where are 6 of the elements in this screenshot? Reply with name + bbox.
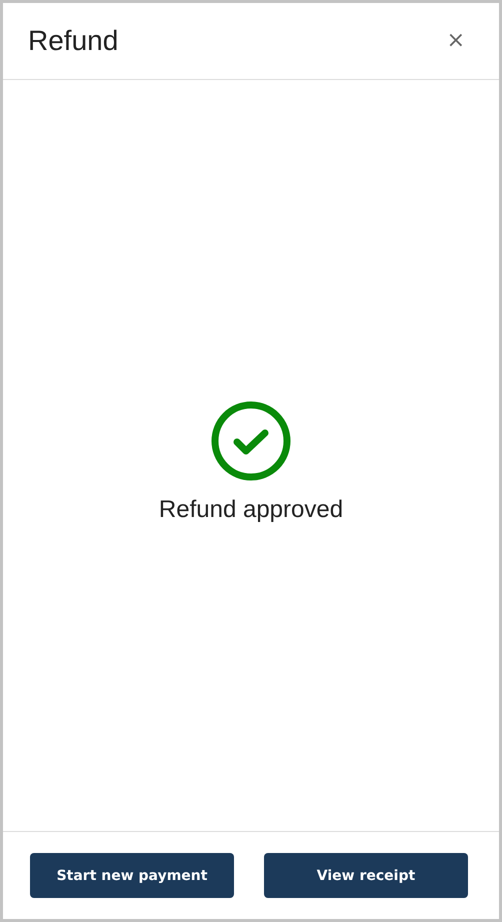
check-circle-icon (210, 400, 292, 482)
action-button[interactable]: View receipt (264, 853, 468, 898)
action-button[interactable]: Start new payment (30, 853, 234, 898)
status-message: Refund approved (158, 496, 344, 524)
dialog-title: Refund (28, 25, 118, 57)
close-button[interactable]: × (442, 30, 469, 52)
